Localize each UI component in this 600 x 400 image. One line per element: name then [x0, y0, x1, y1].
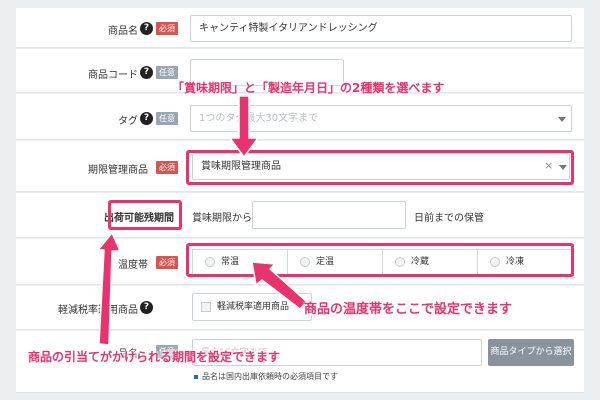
- annotation-expiry-types: 「賞味期限」と「製造年月日」の2種類を選べます: [172, 81, 445, 95]
- help-icon[interactable]: ?: [140, 22, 153, 35]
- help-icon[interactable]: ?: [140, 112, 153, 125]
- required-badge: 必須: [156, 256, 178, 269]
- select-from-product-type-button[interactable]: 商品タイプから選択: [488, 339, 574, 366]
- form-row-tag: タグ ? 任意 1つのタグ最大30文字まで: [16, 94, 584, 140]
- chevron-down-icon[interactable]: [558, 117, 566, 122]
- expiry-management-label: 期限管理商品: [88, 165, 148, 176]
- reduced-tax-checkbox[interactable]: 軽減税率適用商品: [192, 293, 312, 321]
- annotation-shipping-period: 商品の引当てがかけられる期間を設定できます: [28, 350, 281, 364]
- shippable-days-input[interactable]: [252, 201, 406, 229]
- product-name-input[interactable]: キャンティ特製イタリアンドレッシング: [190, 15, 572, 42]
- optional-badge: 任意: [156, 112, 178, 125]
- tag-select[interactable]: 1つのタグ最大30文字まで: [190, 105, 572, 132]
- highlight-expiry-select: [186, 150, 574, 185]
- highlight-shippable-label: [108, 200, 182, 230]
- temperature-label: 温度帯: [118, 260, 148, 271]
- product-code-label: 商品コード: [88, 70, 138, 81]
- reduced-tax-checkbox-label: 軽減税率適用商品: [217, 302, 290, 312]
- form-row-product-name: 商品名 ? 必須 キャンティ特製イタリアンドレッシング: [16, 8, 584, 48]
- checkbox-icon: [201, 302, 211, 312]
- optional-badge: 任意: [156, 66, 178, 79]
- shippable-period-suffix: 日前までの保管: [414, 213, 484, 224]
- product-name-value: キャンティ特製イタリアンドレッシング: [199, 23, 378, 34]
- tag-label: タグ: [118, 116, 138, 127]
- required-badge: 必須: [156, 22, 178, 35]
- required-badge: 必須: [156, 161, 178, 174]
- bullet-icon: [194, 375, 198, 379]
- form-row-shippable-period: 出荷可能残期間 賞味期限から 日前までの保管: [16, 193, 584, 238]
- highlight-temperature-options: [186, 243, 574, 277]
- shippable-period-prefix: 賞味期限から: [192, 213, 252, 224]
- reduced-tax-label: 軽減税率適用商品: [58, 305, 138, 316]
- tag-placeholder: 1つのタグ最大30文字まで: [199, 113, 319, 124]
- help-icon[interactable]: ?: [140, 301, 153, 314]
- help-icon[interactable]: ?: [140, 66, 153, 79]
- annotation-temperature: 商品の温度帯をここで設定できます: [304, 302, 513, 317]
- item-name-note: 品名は国内出庫依頼時の必須項目です: [202, 372, 338, 381]
- product-name-label: 商品名: [108, 26, 138, 37]
